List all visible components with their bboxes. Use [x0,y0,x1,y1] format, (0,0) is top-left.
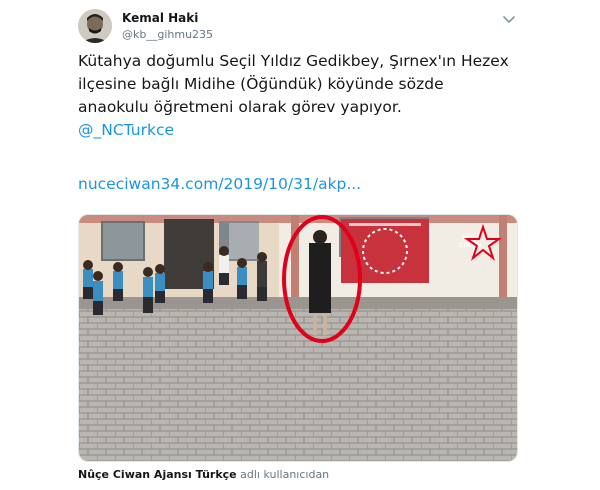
tweet-url-link[interactable]: nuceciwan34.com/2019/10/31/akp... [78,175,361,193]
avatar[interactable] [78,9,112,43]
mention-link[interactable]: @_NCTurkce [78,119,518,142]
credit-suffix: adlı kullanıcıdan [240,468,330,481]
author-name[interactable]: Kemal Haki [122,11,198,25]
media-logo-line2: CIWAN [459,242,482,249]
tweet-text-line: ilçesine bağlı Midihe (Öğündük) köyünde … [78,75,444,93]
tweet-text-line: anaokulu öğretmeni olarak görev yapıyor. [78,98,402,116]
author-handle[interactable]: @kb__gihmu235 [122,28,213,41]
chevron-down-icon[interactable] [500,12,518,26]
credit-source-link[interactable]: Nûçe Ciwan Ajansı Türkçe [78,468,237,481]
media-credit: Nûçe Ciwan Ajansı Türkçe adlı kullanıcıd… [78,468,329,481]
tweet-text-line: Kütahya doğumlu Seçil Yıldız Gedikbey, Ş… [78,52,509,70]
tweet-text: Kütahya doğumlu Seçil Yıldız Gedikbey, Ş… [78,50,518,142]
tweet-media-image[interactable]: NÛÇE CIWAN [78,214,518,462]
